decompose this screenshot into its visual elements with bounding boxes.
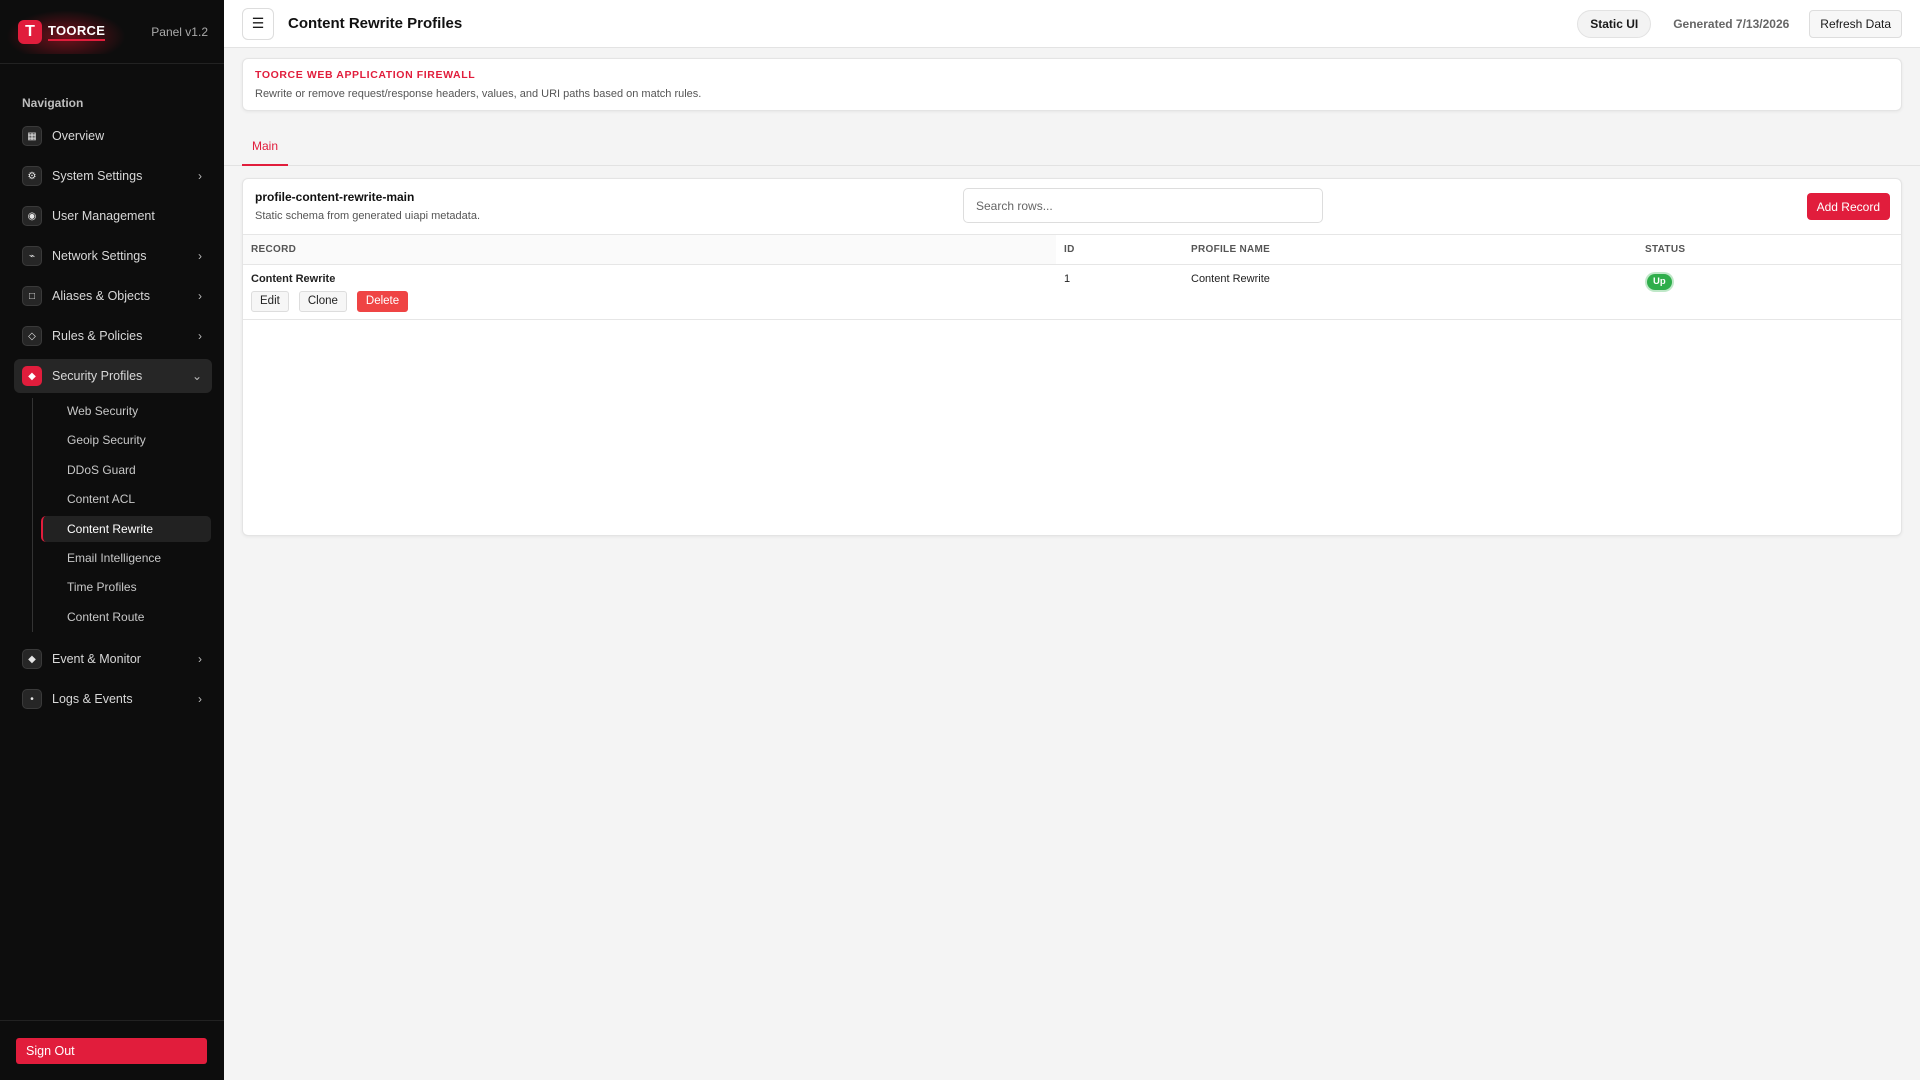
info-banner: TOORCE WEB APPLICATION FIREWALL Rewrite … (242, 58, 1902, 111)
monitor-icon: ◆ (22, 649, 42, 669)
chevron-right-icon: › (198, 249, 202, 263)
menu-toggle-button[interactable]: ☰ (242, 7, 274, 40)
sidebar-subitem-web-security[interactable]: Web Security (41, 398, 211, 424)
column-header-status[interactable]: STATUS (1637, 235, 1901, 265)
box-icon: □ (22, 286, 42, 306)
sidebar-subitem-time-profiles[interactable]: Time Profiles (41, 574, 211, 600)
gear-icon: ⚙ (22, 166, 42, 186)
chevron-right-icon: › (198, 169, 202, 183)
mode-pill: Static UI (1577, 9, 1652, 38)
sidebar-item-user-management[interactable]: ◉ User Management (14, 199, 212, 233)
sidebar-item-aliases-objects[interactable]: □ Aliases & Objects › (14, 279, 212, 313)
user-icon: ◉ (22, 206, 42, 226)
refresh-data-button[interactable]: Refresh Data (1809, 9, 1902, 38)
banner-kicker: TOORCE WEB APPLICATION FIREWALL (255, 69, 476, 81)
cell-record: Content Rewrite Edit Clone Delete (243, 264, 1056, 320)
status-badge: Up (1647, 273, 1672, 290)
add-record-button[interactable]: Add Record (1806, 193, 1890, 220)
sidebar-item-label: User Management (52, 209, 155, 223)
table-row[interactable]: Content Rewrite Edit Clone Delete 1 Cont… (243, 264, 1901, 320)
table-header-row: RECORD ID PROFILE NAME STATUS (243, 235, 1901, 265)
sidebar-item-network-settings[interactable]: ⌁ Network Settings › (14, 239, 212, 273)
column-header-record[interactable]: RECORD (243, 235, 1056, 265)
cell-profile-name: Content Rewrite (1183, 264, 1637, 320)
card-title: profile-content-rewrite-main (255, 190, 415, 204)
sidebar-item-label: System Settings (52, 169, 143, 183)
tab-bar: Main (224, 128, 1920, 166)
sidebar-subitem-content-rewrite[interactable]: Content Rewrite (41, 516, 211, 542)
submenu-guide-line (32, 398, 33, 632)
edit-button[interactable]: Edit (251, 290, 289, 312)
sign-out-button[interactable]: Sign Out (16, 1038, 207, 1064)
network-icon: ⌁ (22, 246, 42, 266)
sidebar-subitem-geoip-security[interactable]: Geoip Security (41, 427, 211, 453)
sidebar-subitem-content-route[interactable]: Content Route (41, 604, 211, 630)
search-input[interactable] (963, 188, 1323, 223)
chevron-right-icon: › (198, 652, 202, 666)
banner-description: Rewrite or remove request/response heade… (255, 88, 702, 100)
chevron-right-icon: › (198, 289, 202, 303)
sidebar: T TOORCE Panel v1.2 Navigation ▦ Overvie… (0, 0, 224, 1080)
sidebar-item-security-profiles[interactable]: ◆ Security Profiles ⌄ (14, 359, 212, 393)
sidebar-item-label: Rules & Policies (52, 329, 143, 343)
delete-button[interactable]: Delete (356, 290, 409, 312)
sidebar-item-label: Overview (52, 129, 105, 143)
sidebar-divider (0, 1020, 224, 1021)
card-header: profile-content-rewrite-main Static sche… (243, 179, 1901, 235)
log-icon: • (22, 689, 42, 709)
tab-main[interactable]: Main (242, 128, 289, 166)
sidebar-item-label: Security Profiles (52, 369, 143, 383)
page-title: Content Rewrite Profiles (288, 15, 463, 32)
topbar-actions: Static UI Generated 7/13/2026 Refresh Da… (1577, 9, 1902, 38)
card-subtitle: Static schema from generated uiapi metad… (255, 210, 481, 222)
brand-header: T TOORCE Panel v1.2 (0, 0, 224, 64)
sidebar-item-label: Network Settings (52, 249, 147, 263)
topbar: ☰ Content Rewrite Profiles Static UI Gen… (224, 0, 1920, 48)
column-header-id[interactable]: ID (1056, 235, 1183, 265)
chevron-right-icon: › (198, 329, 202, 343)
hamburger-icon: ☰ (251, 15, 265, 31)
sidebar-item-logs-events[interactable]: • Logs & Events › (14, 682, 212, 716)
clone-button[interactable]: Clone (298, 290, 347, 312)
diamond-icon: ◇ (22, 326, 42, 346)
sidebar-item-label: Event & Monitor (52, 652, 141, 666)
sidebar-subitem-ddos-guard[interactable]: DDoS Guard (41, 457, 211, 483)
sidebar-item-label: Aliases & Objects (52, 289, 150, 303)
chevron-right-icon: › (198, 692, 202, 706)
brand-name[interactable]: TOORCE (48, 23, 106, 41)
logo-icon[interactable]: T (18, 19, 42, 44)
column-header-profile-name[interactable]: PROFILE NAME (1183, 235, 1637, 265)
sidebar-subitem-email-intelligence[interactable]: Email Intelligence (41, 545, 211, 571)
sidebar-item-label: Logs & Events (52, 692, 133, 706)
shield-icon: ◆ (22, 366, 42, 386)
cell-id: 1 (1056, 264, 1183, 320)
cell-status: Up (1637, 264, 1901, 320)
record-name: Content Rewrite (251, 272, 336, 285)
chevron-down-icon: ⌄ (191, 369, 202, 383)
sidebar-item-overview[interactable]: ▦ Overview (14, 119, 212, 153)
sidebar-subitem-content-acl[interactable]: Content ACL (41, 486, 211, 512)
grid-icon: ▦ (22, 126, 42, 146)
records-card: profile-content-rewrite-main Static sche… (242, 178, 1902, 536)
panel-version: Panel v1.2 (151, 24, 208, 39)
records-table: RECORD ID PROFILE NAME STATUS Content Re… (243, 235, 1901, 320)
sidebar-item-event-monitor[interactable]: ◆ Event & Monitor › (14, 642, 212, 676)
sidebar-item-system-settings[interactable]: ⚙ System Settings › (14, 159, 212, 193)
row-actions: Edit Clone Delete (251, 290, 1056, 312)
generated-timestamp: Generated 7/13/2026 (1673, 16, 1790, 31)
sidebar-item-rules-policies[interactable]: ◇ Rules & Policies › (14, 319, 212, 353)
